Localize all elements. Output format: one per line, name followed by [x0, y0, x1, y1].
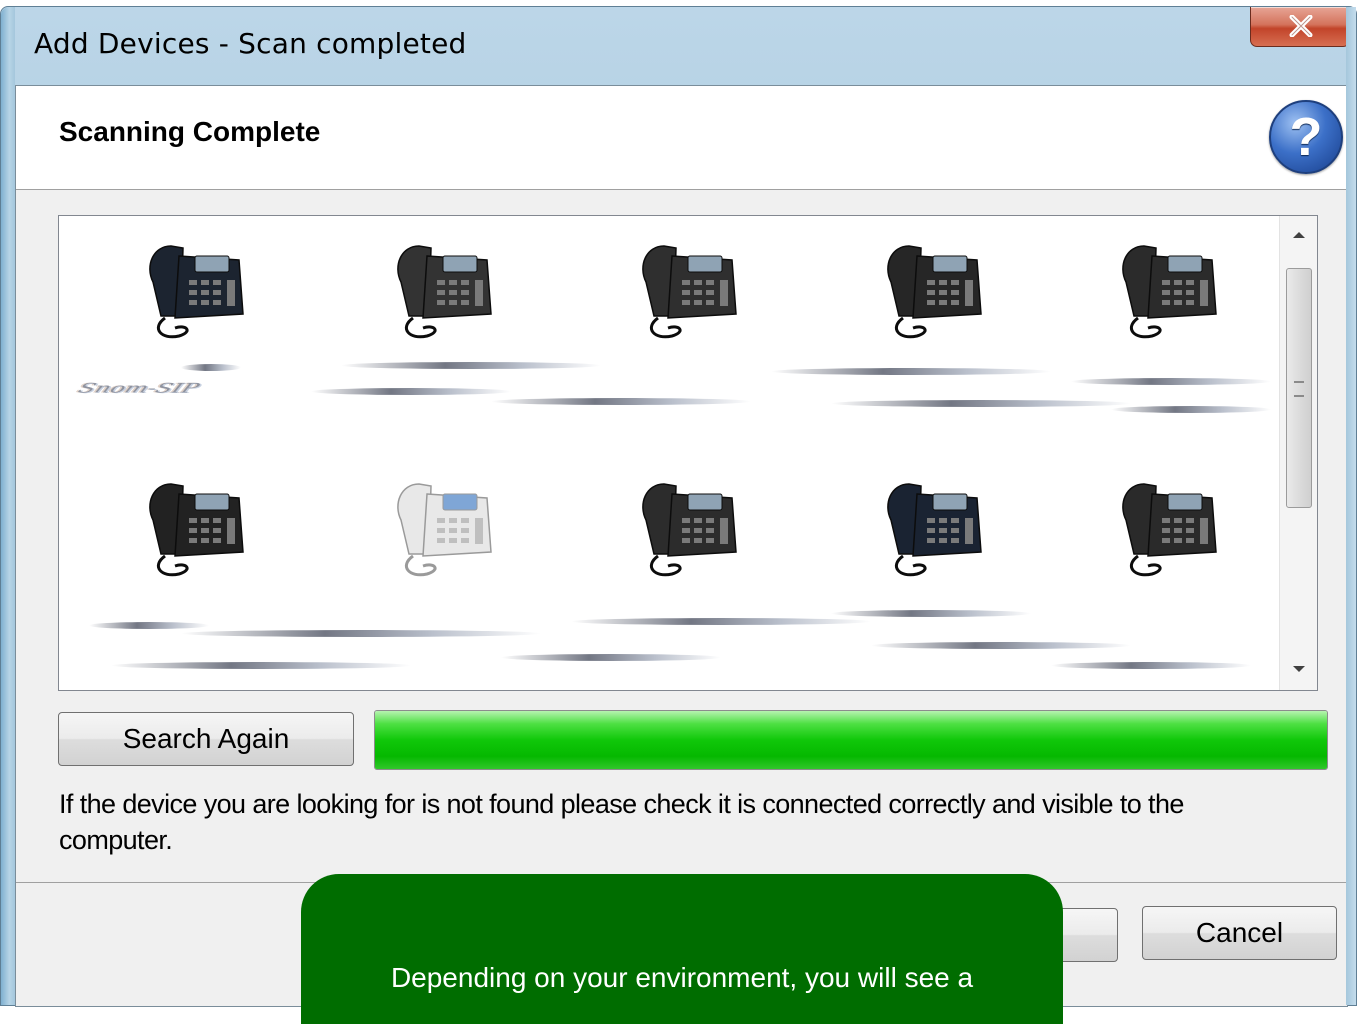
desk-phone-icon — [149, 483, 244, 577]
callout-text: Depending on your environment, you will … — [390, 962, 974, 993]
device-item[interactable] — [131, 236, 281, 346]
device-grid: Snom-SIP — [59, 216, 1281, 690]
scan-progress-bar — [374, 710, 1328, 770]
device-list-scrollbar[interactable] — [1279, 216, 1317, 690]
scan-progress-fill — [375, 711, 1327, 769]
help-icon[interactable]: ? — [1269, 100, 1343, 174]
help-glyph: ? — [1289, 107, 1323, 167]
title-bar[interactable]: Add Devices - Scan completed — [1, 7, 1356, 85]
device-list[interactable]: Snom-SIP — [58, 215, 1318, 691]
device-item[interactable] — [624, 474, 774, 584]
page-title: Scanning Complete — [59, 116, 321, 147]
scroll-down-button[interactable] — [1280, 650, 1317, 690]
cancel-button[interactable]: Cancel — [1142, 906, 1337, 960]
not-found-help-text: If the device you are looking for is not… — [59, 789, 1184, 855]
dialog-client-area: Scanning Complete ? Snom-SIP Search Agai… — [15, 85, 1348, 1007]
desk-phone-icon — [1122, 483, 1217, 577]
device-item[interactable] — [869, 236, 1019, 346]
desk-phone-icon — [1122, 245, 1217, 339]
scroll-up-arrow-icon — [1293, 232, 1305, 238]
scroll-thumb[interactable] — [1286, 268, 1312, 508]
device-label: Snom-SIP — [75, 380, 202, 396]
close-icon — [1289, 15, 1313, 37]
add-devices-window: Add Devices - Scan completed Scanning Co… — [0, 6, 1357, 1007]
scroll-down-arrow-icon — [1293, 666, 1305, 672]
desk-phone-icon — [642, 483, 737, 577]
desk-phone-icon — [397, 483, 492, 577]
device-item[interactable] — [1104, 474, 1254, 584]
close-button[interactable] — [1250, 7, 1350, 47]
dialog-header: Scanning Complete ? — [16, 86, 1347, 190]
scroll-up-button[interactable] — [1280, 216, 1317, 256]
device-item[interactable] — [379, 236, 529, 346]
device-item[interactable] — [624, 236, 774, 346]
window-title: Add Devices - Scan completed — [34, 27, 467, 60]
tutorial-callout: Depending on your environment, you will … — [301, 874, 1063, 1024]
device-item[interactable] — [1104, 236, 1254, 346]
device-item[interactable] — [131, 474, 281, 584]
desk-phone-icon — [642, 245, 737, 339]
desk-phone-icon — [397, 245, 492, 339]
search-again-button[interactable]: Search Again — [58, 712, 354, 766]
desk-phone-icon — [887, 245, 982, 339]
device-item[interactable] — [379, 474, 529, 584]
desk-phone-icon — [149, 245, 244, 339]
device-labels-row1: Snom-SIP — [71, 354, 1281, 438]
desk-phone-icon — [887, 483, 982, 577]
device-item[interactable] — [869, 474, 1019, 584]
device-labels-row2 — [71, 596, 1281, 680]
